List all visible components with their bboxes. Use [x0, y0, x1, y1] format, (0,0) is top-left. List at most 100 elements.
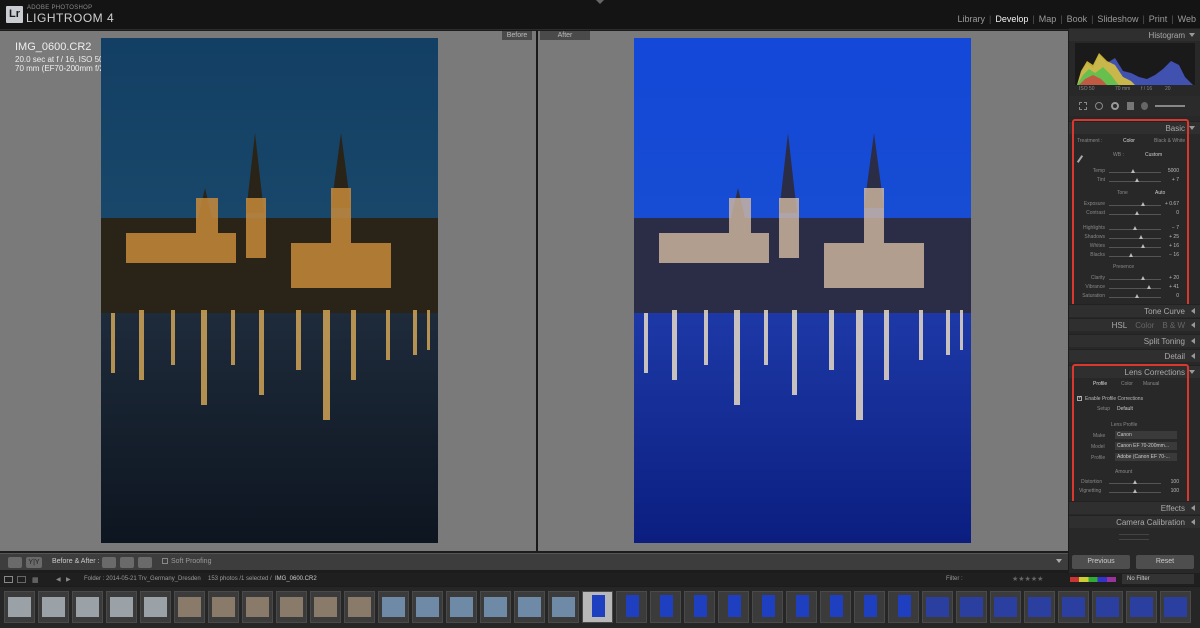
- reset-button[interactable]: Reset: [1136, 555, 1194, 569]
- toolbar-menu-icon[interactable]: [1056, 559, 1062, 563]
- slider-knob[interactable]: [1129, 253, 1133, 257]
- filmstrip-thumbnail[interactable]: [208, 591, 239, 623]
- slider-value-whites[interactable]: + 16: [1163, 243, 1179, 249]
- slider-knob[interactable]: [1135, 211, 1139, 215]
- filmstrip-thumbnail[interactable]: [310, 591, 341, 623]
- rating-stars-icon[interactable]: ★★★★★: [1012, 575, 1043, 583]
- slider-knob[interactable]: [1147, 285, 1151, 289]
- slider-knob[interactable]: [1133, 226, 1137, 230]
- module-web[interactable]: Web: [1174, 14, 1200, 24]
- module-slideshow[interactable]: Slideshow: [1093, 14, 1142, 24]
- filmstrip-thumbnail[interactable]: [922, 591, 953, 623]
- slider-value-clarity[interactable]: + 20: [1163, 275, 1179, 281]
- slider-contrast[interactable]: [1109, 211, 1161, 215]
- soft-proofing-checkbox[interactable]: [162, 558, 168, 564]
- before-photo[interactable]: [101, 38, 438, 543]
- slider-exposure[interactable]: [1109, 202, 1161, 206]
- red-eye-icon[interactable]: [1111, 102, 1119, 110]
- filmstrip-thumbnail[interactable]: [1058, 591, 1089, 623]
- filmstrip-thumbnail[interactable]: [718, 591, 749, 623]
- slider-clarity[interactable]: [1109, 276, 1161, 280]
- adjustment-brush-icon[interactable]: [1155, 105, 1185, 107]
- histogram-header[interactable]: Histogram: [1069, 28, 1200, 41]
- slider-value-tint[interactable]: + 7: [1163, 177, 1179, 183]
- slider-value-saturation[interactable]: 0: [1163, 293, 1179, 299]
- filmstrip-thumbnail[interactable]: [1160, 591, 1191, 623]
- effects-header[interactable]: Effects: [1069, 501, 1200, 514]
- filmstrip-thumbnail[interactable]: [956, 591, 987, 623]
- slider-value-blacks[interactable]: − 16: [1163, 252, 1179, 258]
- filmstrip-thumbnail[interactable]: [72, 591, 103, 623]
- copy-before-button[interactable]: [102, 557, 116, 568]
- filmstrip-thumbnail[interactable]: [548, 591, 579, 623]
- filmstrip-thumbnail[interactable]: [820, 591, 851, 623]
- filmstrip-thumbnail[interactable]: [378, 591, 409, 623]
- previous-button[interactable]: Previous: [1072, 555, 1130, 569]
- loupe-view-button[interactable]: [8, 557, 22, 568]
- filmstrip-thumbnail[interactable]: [1126, 591, 1157, 623]
- filmstrip-thumbnail[interactable]: [38, 591, 69, 623]
- color-label-filter-icon[interactable]: [1070, 577, 1116, 582]
- filmstrip-thumbnail[interactable]: [1092, 591, 1123, 623]
- filmstrip-thumbnail[interactable]: [276, 591, 307, 623]
- filmstrip-thumbnail[interactable]: [174, 591, 205, 623]
- collapse-top-panel-icon[interactable]: [596, 0, 604, 4]
- filmstrip-thumbnail[interactable]: [344, 591, 375, 623]
- slider-knob[interactable]: [1141, 202, 1145, 206]
- filmstrip-thumbnail[interactable]: [854, 591, 885, 623]
- slider-knob[interactable]: [1131, 169, 1135, 173]
- filmstrip-thumbnail[interactable]: [242, 591, 273, 623]
- slider-value-shadows[interactable]: + 25: [1163, 234, 1179, 240]
- detail-header[interactable]: Detail: [1069, 349, 1200, 362]
- slider-value-highlights[interactable]: − 7: [1163, 225, 1179, 231]
- graduated-filter-icon[interactable]: [1127, 102, 1134, 110]
- histogram-graph[interactable]: [1075, 43, 1195, 85]
- filmstrip-thumbnail[interactable]: [752, 591, 783, 623]
- module-develop[interactable]: Develop: [991, 14, 1032, 24]
- folder-path[interactable]: Folder : 2014-05-21 Trv_Germany_Dresden: [84, 576, 201, 582]
- slider-knob[interactable]: [1141, 244, 1145, 248]
- hsl-header[interactable]: HSL Color B & W: [1069, 318, 1200, 331]
- slider-knob[interactable]: [1135, 294, 1139, 298]
- camera-calibration-header[interactable]: Camera Calibration: [1069, 515, 1200, 528]
- slider-knob[interactable]: [1139, 235, 1143, 239]
- filmstrip-thumbnail[interactable]: [650, 591, 681, 623]
- filmstrip-thumbnail[interactable]: [106, 591, 137, 623]
- filmstrip-thumbnail[interactable]: [786, 591, 817, 623]
- slider-value-contrast[interactable]: 0: [1163, 210, 1179, 216]
- module-library[interactable]: Library: [953, 14, 989, 24]
- filmstrip-thumbnail[interactable]: [990, 591, 1021, 623]
- slider-vibrance[interactable]: [1109, 285, 1161, 289]
- filmstrip-thumbnail[interactable]: [140, 591, 171, 623]
- tone-curve-header[interactable]: Tone Curve: [1069, 304, 1200, 317]
- second-window-icon[interactable]: [4, 576, 13, 583]
- slider-tint[interactable]: [1109, 178, 1161, 182]
- slider-whites[interactable]: [1109, 244, 1161, 248]
- filmstrip-thumbnail[interactable]: [582, 591, 613, 623]
- slider-shadows[interactable]: [1109, 235, 1161, 239]
- slider-saturation[interactable]: [1109, 294, 1161, 298]
- copy-after-button[interactable]: [120, 557, 134, 568]
- slider-temp[interactable]: [1109, 169, 1161, 173]
- radial-filter-icon[interactable]: [1141, 102, 1148, 110]
- filmstrip-thumbnail[interactable]: [616, 591, 647, 623]
- third-window-icon[interactable]: [17, 576, 26, 583]
- after-photo[interactable]: [634, 38, 971, 543]
- slider-knob[interactable]: [1135, 178, 1139, 182]
- selected-file[interactable]: IMG_0600.CR2: [275, 576, 317, 582]
- forward-arrow-icon[interactable]: ▶: [66, 576, 71, 583]
- spot-removal-icon[interactable]: [1095, 102, 1103, 110]
- slider-value-exposure[interactable]: + 0.67: [1163, 201, 1179, 207]
- filmstrip-thumbnail[interactable]: [480, 591, 511, 623]
- filmstrip-thumbnail[interactable]: [684, 591, 715, 623]
- crop-tool-icon[interactable]: [1079, 102, 1087, 110]
- before-after-view-button[interactable]: Y|Y: [26, 557, 42, 568]
- slider-value-temp[interactable]: 5000: [1163, 168, 1179, 174]
- module-book[interactable]: Book: [1063, 14, 1092, 24]
- filmstrip-thumbnail[interactable]: [1024, 591, 1055, 623]
- module-print[interactable]: Print: [1145, 14, 1172, 24]
- filmstrip-thumbnail[interactable]: [4, 591, 35, 623]
- split-toning-header[interactable]: Split Toning: [1069, 334, 1200, 347]
- filmstrip-thumbnail[interactable]: [412, 591, 443, 623]
- module-map[interactable]: Map: [1035, 14, 1061, 24]
